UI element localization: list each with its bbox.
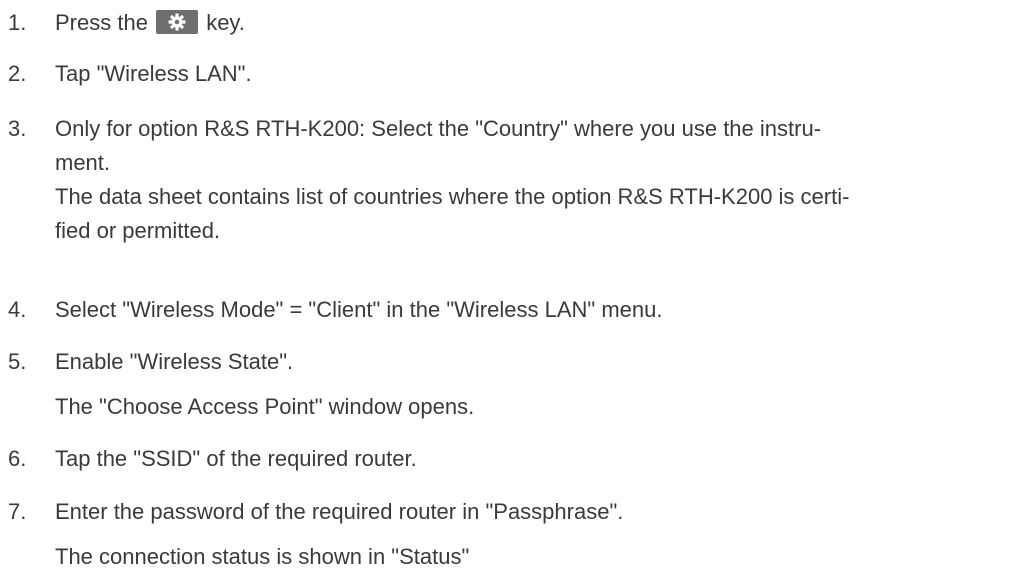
step-result-line: fied or permitted. <box>55 218 221 243</box>
step-content: Tap "Wireless LAN". <box>55 57 1011 91</box>
step-content: Select "Wireless Mode" = "Client" in the… <box>55 293 1011 327</box>
step-text-line: ment. <box>55 150 111 175</box>
step-number: 5. <box>8 349 27 374</box>
step-content: Enable "Wireless State". The "Choose Acc… <box>55 345 1011 424</box>
step-result: The connection status is shown in "Statu… <box>55 544 470 569</box>
step-content: Enter the password of the required route… <box>55 495 1011 574</box>
step-number: 7. <box>8 499 27 524</box>
step-text: Tap "Wireless LAN". <box>55 61 252 86</box>
step-content: Only for option R&S RTH-K200: Select the… <box>55 112 1011 248</box>
step-content: Press the key. <box>55 6 1011 40</box>
step-result: The "Choose Access Point" window opens. <box>55 394 475 419</box>
step-number: 6. <box>8 446 27 471</box>
step-text: Enter the password of the required route… <box>55 499 624 524</box>
step-content: Tap the "SSID" of the required router. <box>55 442 1011 476</box>
step-text-before-icon: Press the <box>55 10 148 35</box>
step-text: Enable "Wireless State". <box>55 349 294 374</box>
step-number: 1. <box>8 10 27 35</box>
step-text-line: Only for option R&S RTH-K200: Select the… <box>55 116 822 141</box>
step-number: 4. <box>8 297 27 322</box>
step-text-after-icon: key. <box>206 10 245 35</box>
setup-key-icon <box>156 10 199 34</box>
step-text: Select "Wireless Mode" = "Client" in the… <box>55 297 663 322</box>
step-number: 2. <box>8 61 27 86</box>
step-text: Tap the "SSID" of the required router. <box>55 446 417 471</box>
step-result-line: The data sheet contains list of countrie… <box>55 184 850 209</box>
step-number: 3. <box>8 116 27 141</box>
